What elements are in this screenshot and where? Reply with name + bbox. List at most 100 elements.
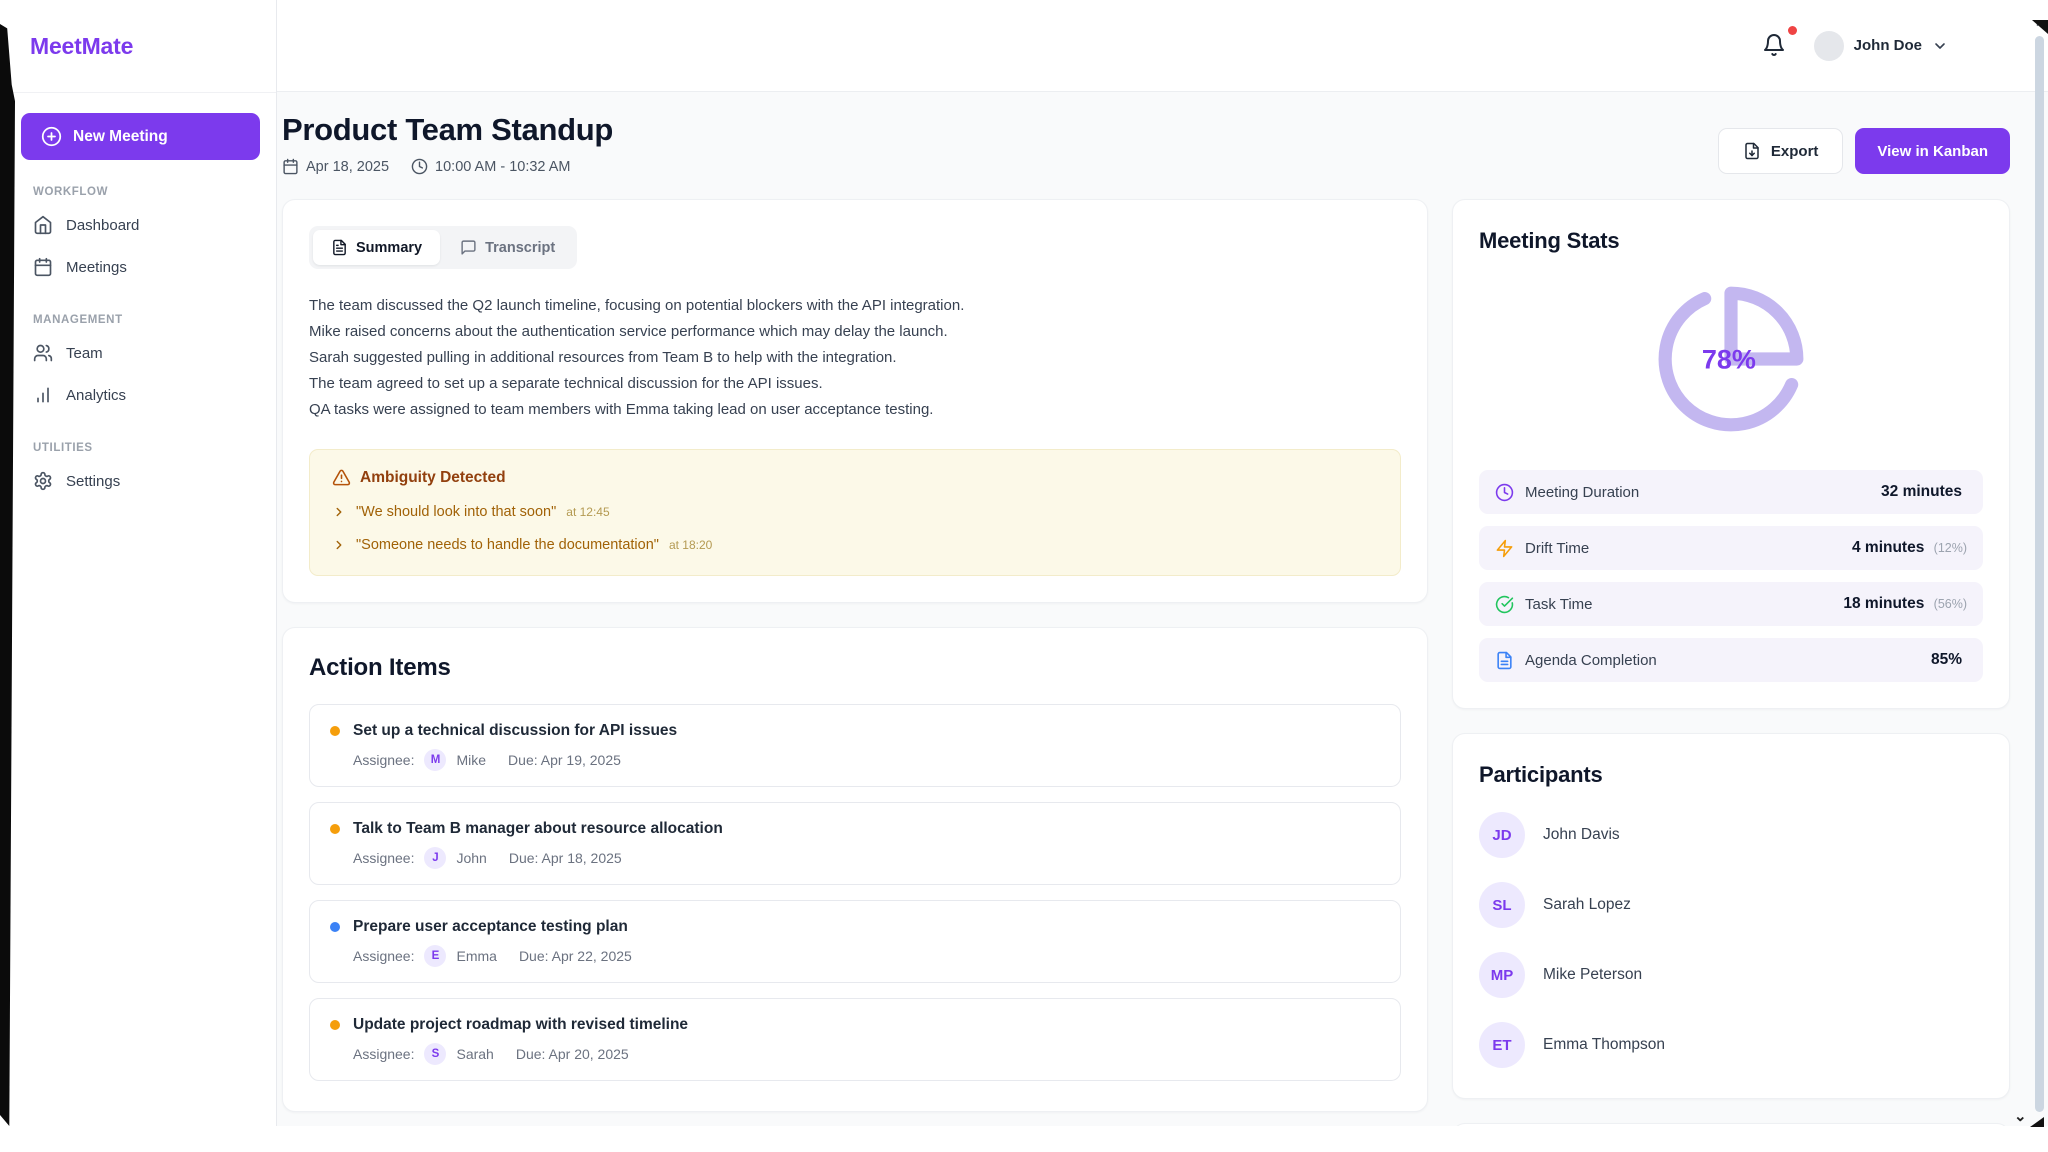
status-dot bbox=[330, 824, 340, 834]
ambiguity-alert: Ambiguity Detected "We should look into … bbox=[309, 449, 1401, 576]
sidebar-item-settings[interactable]: Settings bbox=[21, 460, 260, 502]
assignee-badge: M bbox=[424, 749, 446, 771]
zap-icon bbox=[1495, 539, 1514, 558]
participant-avatar: MP bbox=[1479, 952, 1525, 998]
clock-icon bbox=[1495, 483, 1514, 502]
calendar-icon bbox=[282, 158, 299, 175]
bell-icon bbox=[1762, 33, 1788, 57]
page-title: Product Team Standup bbox=[282, 112, 613, 148]
summary-text: The team discussed the Q2 launch timelin… bbox=[309, 293, 1401, 423]
avatar bbox=[1814, 31, 1844, 61]
assignee-name: Mike bbox=[456, 752, 486, 768]
notifications-button[interactable] bbox=[1762, 33, 1788, 59]
sidebar-item-label: Team bbox=[66, 345, 103, 362]
bottom-strip bbox=[0, 1126, 2048, 1152]
meeting-stats-card: Meeting Stats 78% bbox=[1452, 199, 2010, 709]
participant-avatar: JD bbox=[1479, 812, 1525, 858]
participants-card: Participants JD John Davis SL Sarah Lope… bbox=[1452, 733, 2010, 1099]
participant-name: John Davis bbox=[1543, 826, 1620, 844]
message-square-icon bbox=[460, 239, 477, 256]
gear-icon bbox=[33, 471, 53, 491]
file-download-icon bbox=[1743, 142, 1761, 160]
participant-name: Emma Thompson bbox=[1543, 1036, 1665, 1054]
participant-row: SL Sarah Lopez bbox=[1479, 882, 1983, 928]
export-button[interactable]: Export bbox=[1718, 128, 1844, 174]
topbar: John Doe bbox=[277, 0, 2048, 92]
plus-circle-icon bbox=[41, 126, 62, 147]
chevron-down-icon bbox=[1932, 38, 1948, 54]
page-content: Product Team Standup Apr 18, 2025 bbox=[277, 92, 2048, 1152]
participants-title: Participants bbox=[1479, 762, 1983, 788]
participant-row: MP Mike Peterson bbox=[1479, 952, 1983, 998]
action-item[interactable]: Update project roadmap with revised time… bbox=[309, 998, 1401, 1081]
view-in-kanban-button[interactable]: View in Kanban bbox=[1855, 128, 2010, 174]
completion-donut: 78% bbox=[1651, 274, 1811, 444]
main-area: John Doe Product Team Standup Apr 18, 20… bbox=[277, 0, 2048, 1152]
assignee-name: John bbox=[456, 850, 486, 866]
sidebar-item-dashboard[interactable]: Dashboard bbox=[21, 204, 260, 246]
action-items-card: Action Items Set up a technical discussi… bbox=[282, 627, 1428, 1112]
participant-name: Mike Peterson bbox=[1543, 966, 1642, 984]
assignee-label: Assignee: bbox=[353, 1046, 414, 1062]
section-label-utilities: UTILITIES bbox=[33, 442, 260, 454]
ambiguity-title: Ambiguity Detected bbox=[360, 469, 506, 487]
check-circle-icon bbox=[1495, 595, 1514, 614]
chevron-right-icon bbox=[332, 505, 346, 519]
notification-dot bbox=[1788, 26, 1797, 35]
sidebar-item-team[interactable]: Team bbox=[21, 332, 260, 374]
participant-avatar: SL bbox=[1479, 882, 1525, 928]
action-item[interactable]: Prepare user acceptance testing plan Ass… bbox=[309, 900, 1401, 983]
bar-chart-icon bbox=[33, 385, 53, 405]
user-menu[interactable]: John Doe bbox=[1814, 31, 1948, 61]
status-dot bbox=[330, 1020, 340, 1030]
action-item[interactable]: Talk to Team B manager about resource al… bbox=[309, 802, 1401, 885]
sidebar-item-meetings[interactable]: Meetings bbox=[21, 246, 260, 288]
stat-row-duration: Meeting Duration 32 minutes bbox=[1479, 470, 1983, 514]
ambiguity-item[interactable]: "We should look into that soon" at 12:45 bbox=[332, 504, 1378, 520]
status-dot bbox=[330, 922, 340, 932]
sidebar-item-label: Dashboard bbox=[66, 217, 139, 234]
summary-card: Summary Transcript The team discussed th… bbox=[282, 199, 1428, 603]
warning-triangle-icon bbox=[332, 468, 351, 487]
meeting-date: Apr 18, 2025 bbox=[282, 158, 389, 175]
due-date: Due: Apr 18, 2025 bbox=[509, 850, 622, 866]
participant-row: ET Emma Thompson bbox=[1479, 1022, 1983, 1068]
user-name: John Doe bbox=[1854, 37, 1922, 54]
assignee-name: Emma bbox=[456, 948, 496, 964]
tab-summary[interactable]: Summary bbox=[313, 230, 440, 265]
sidebar-header: MeetMate bbox=[0, 0, 276, 93]
completion-percentage: 78% bbox=[1702, 345, 1756, 376]
due-date: Due: Apr 20, 2025 bbox=[516, 1046, 629, 1062]
assignee-badge: J bbox=[424, 847, 446, 869]
new-meeting-button[interactable]: New Meeting bbox=[21, 113, 260, 160]
file-text-icon bbox=[331, 239, 348, 256]
participant-avatar: ET bbox=[1479, 1022, 1525, 1068]
assignee-name: Sarah bbox=[456, 1046, 493, 1062]
summary-transcript-tabs: Summary Transcript bbox=[309, 226, 577, 269]
assignee-label: Assignee: bbox=[353, 948, 414, 964]
sidebar-item-label: Analytics bbox=[66, 387, 126, 404]
home-icon bbox=[33, 215, 53, 235]
stat-row-agenda: Agenda Completion 85% bbox=[1479, 638, 1983, 682]
assignee-label: Assignee: bbox=[353, 850, 414, 866]
scrollbar-thumb[interactable] bbox=[2035, 36, 2044, 1112]
stat-row-drift: Drift Time 4 minutes (12%) bbox=[1479, 526, 1983, 570]
meeting-time: 10:00 AM - 10:32 AM bbox=[411, 158, 570, 175]
sidebar: MeetMate New Meeting WORKFLOW Dashboard bbox=[0, 0, 277, 1152]
participant-name: Sarah Lopez bbox=[1543, 896, 1631, 914]
sidebar-item-label: Settings bbox=[66, 473, 120, 490]
app-logo: MeetMate bbox=[30, 33, 133, 60]
stat-row-task: Task Time 18 minutes (56%) bbox=[1479, 582, 1983, 626]
file-text-icon bbox=[1495, 651, 1514, 670]
sidebar-item-label: Meetings bbox=[66, 259, 127, 276]
action-items-title: Action Items bbox=[309, 654, 1401, 682]
calendar-icon bbox=[33, 257, 53, 277]
assignee-badge: S bbox=[424, 1043, 446, 1065]
action-item[interactable]: Set up a technical discussion for API is… bbox=[309, 704, 1401, 787]
clock-icon bbox=[411, 158, 428, 175]
tab-transcript[interactable]: Transcript bbox=[442, 230, 573, 265]
ambiguity-item[interactable]: "Someone needs to handle the documentati… bbox=[332, 537, 1378, 553]
new-meeting-label: New Meeting bbox=[73, 128, 168, 146]
sidebar-item-analytics[interactable]: Analytics bbox=[21, 374, 260, 416]
due-date: Due: Apr 22, 2025 bbox=[519, 948, 632, 964]
